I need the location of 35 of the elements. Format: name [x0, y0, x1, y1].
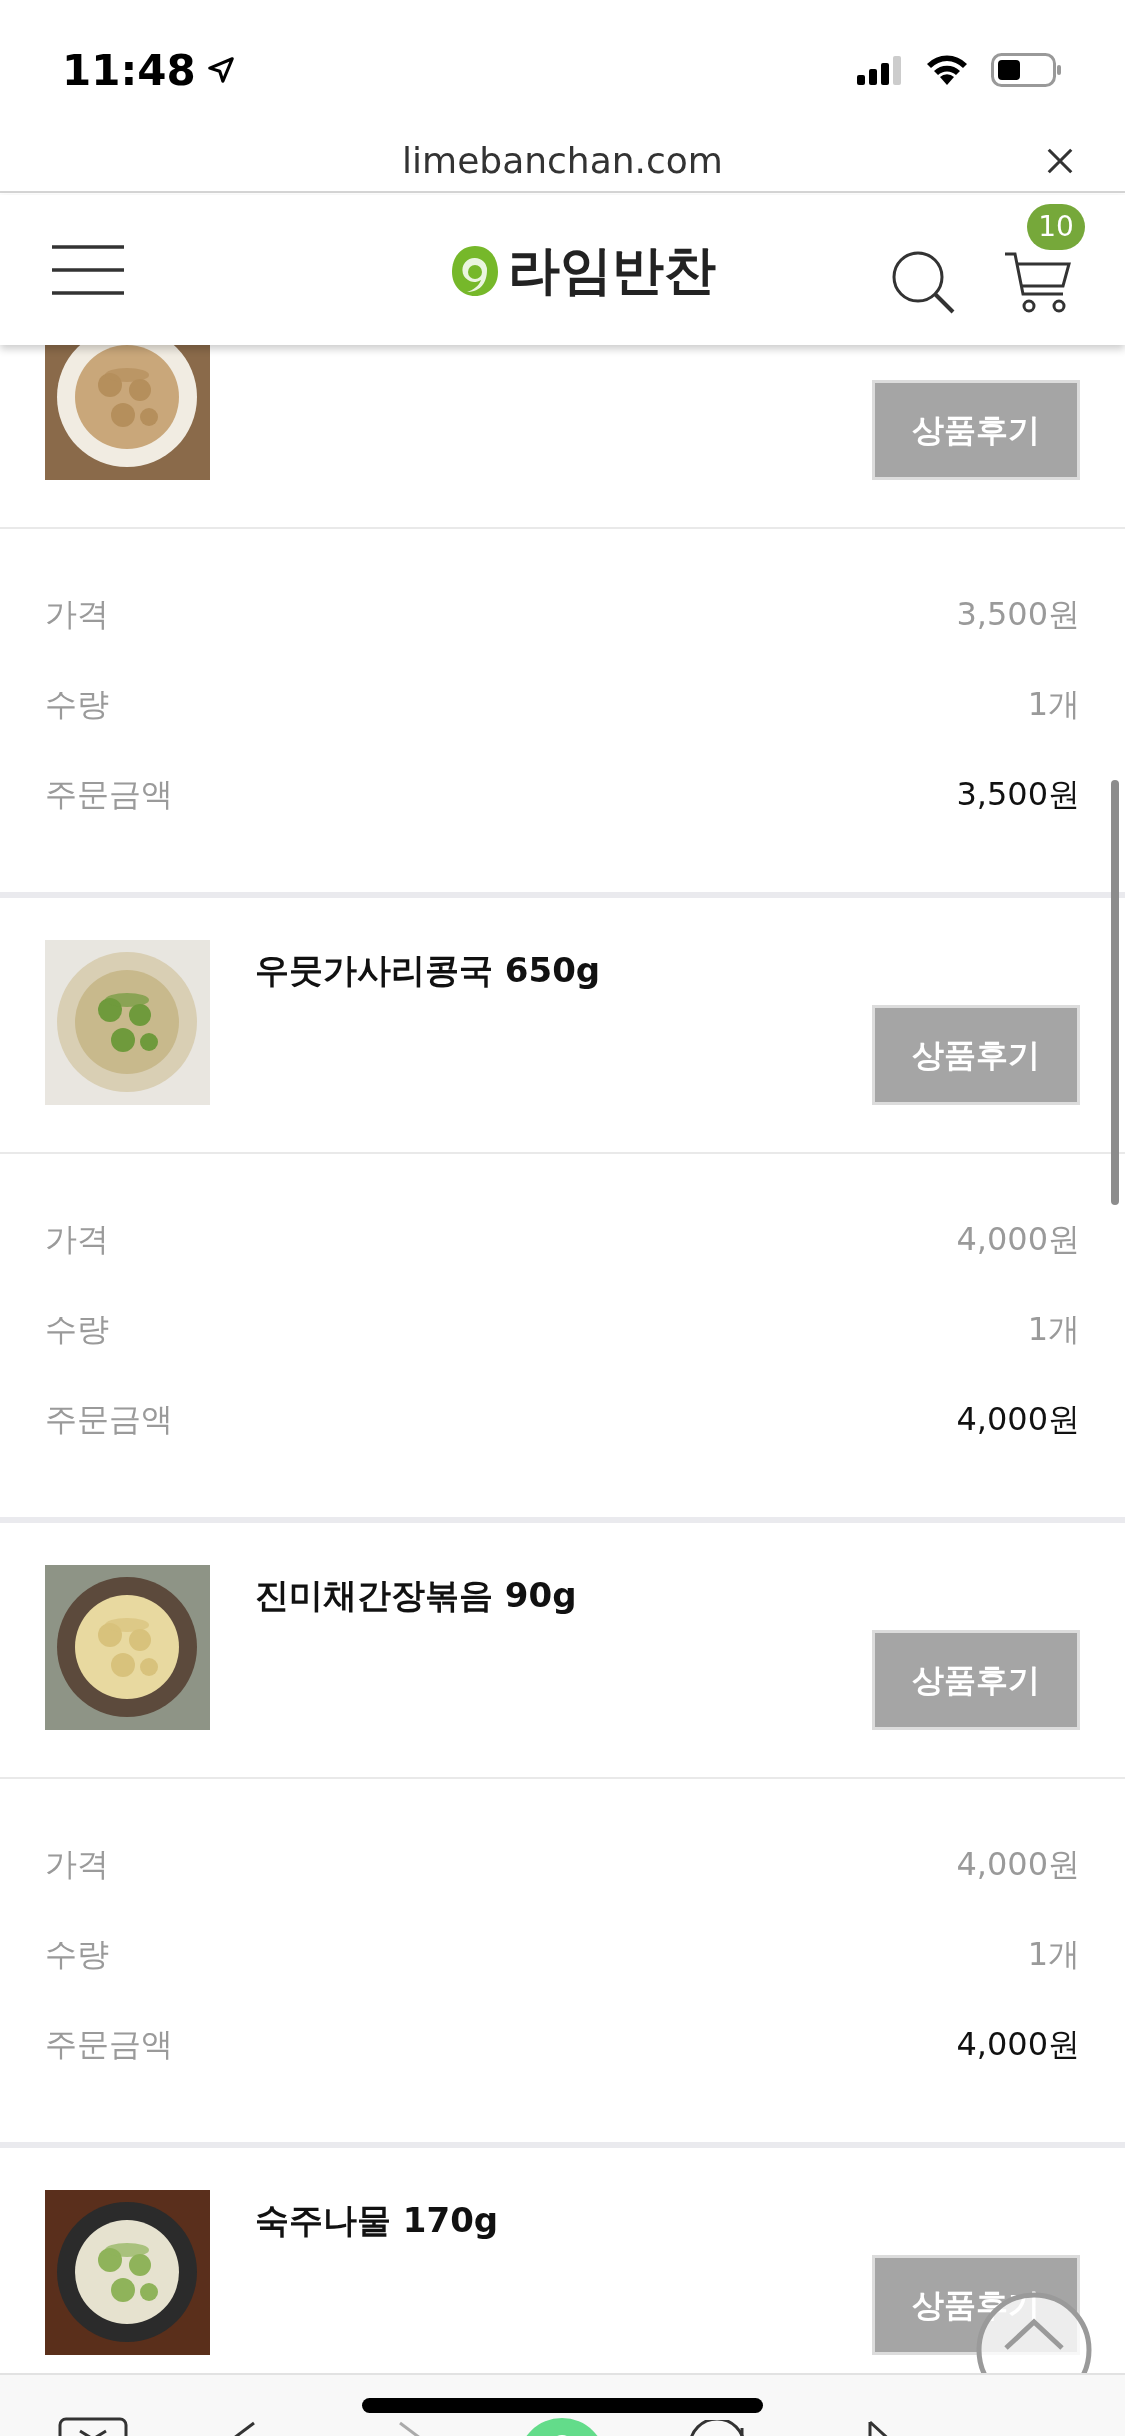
row-value: 4,000원: [956, 1219, 1080, 1260]
wifi-icon: [925, 54, 969, 86]
row-value: 4,000원: [956, 1399, 1080, 1440]
row-label: 주문금액: [45, 1399, 173, 1440]
search-icon[interactable]: [891, 250, 955, 314]
review-button[interactable]: 상품후기: [872, 380, 1080, 480]
row-label: 수량: [45, 684, 109, 725]
location-arrow-icon: [205, 55, 236, 85]
url-text: limebanchan.com: [402, 138, 723, 183]
row-label: 가격: [45, 1844, 109, 1885]
row-value: 3,500원: [956, 774, 1080, 815]
product-name: 우뭇가사리콩국 650g: [255, 948, 601, 992]
signal-icon: [857, 55, 903, 85]
product-name: 진미채간장볶음 90g: [255, 1573, 577, 1617]
review-button[interactable]: 상품후기: [872, 1005, 1080, 1105]
row-value: 1개: [1027, 1309, 1080, 1350]
row-value: 3,500원: [956, 594, 1080, 635]
status-time: 11:48: [62, 44, 196, 97]
row-value: 4,000원: [956, 1844, 1080, 1885]
row-label: 수량: [45, 1934, 109, 1975]
logo-text[interactable]: 라임반찬: [507, 231, 716, 309]
cart-count-badge: 10: [1027, 204, 1085, 250]
cart-icon[interactable]: [1003, 250, 1073, 314]
menu-icon[interactable]: [52, 245, 124, 295]
battery-icon: [991, 53, 1063, 87]
row-label: 가격: [45, 1219, 109, 1260]
row-label: 가격: [45, 594, 109, 635]
review-button[interactable]: 상품후기: [872, 1630, 1080, 1730]
row-value: 1개: [1027, 684, 1080, 725]
row-value: 1개: [1027, 1934, 1080, 1975]
product-name: 숙주나물 170g: [255, 2198, 499, 2242]
row-label: 수량: [45, 1309, 109, 1350]
row-label: 주문금액: [45, 774, 173, 815]
row-value: 4,000원: [956, 2024, 1080, 2065]
row-label: 주문금액: [45, 2024, 173, 2065]
